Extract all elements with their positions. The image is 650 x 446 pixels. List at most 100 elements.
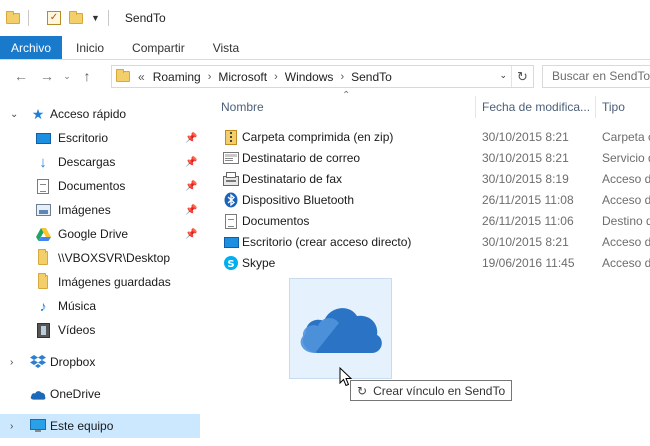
- table-row[interactable]: Documentos 26/11/2015 11:06 Destino d: [221, 211, 650, 232]
- sidebar-item-dropbox[interactable]: › Dropbox: [0, 350, 200, 374]
- file-name: Skype: [242, 256, 276, 270]
- table-row[interactable]: Dispositivo Bluetooth 26/11/2015 11:08 A…: [221, 190, 650, 211]
- table-row[interactable]: Carpeta comprimida (en zip) 30/10/2015 8…: [221, 127, 650, 148]
- breadcrumb-microsoft[interactable]: Microsoft: [218, 70, 267, 84]
- file-date: 26/11/2015 11:06: [482, 214, 574, 228]
- sidebar-item-label: Descargas: [58, 155, 116, 169]
- file-type: Destino d: [602, 214, 650, 228]
- dropbox-icon: [30, 354, 46, 370]
- chevron-right-icon[interactable]: ›: [274, 71, 278, 83]
- sidebar-item-label: Este equipo: [50, 419, 114, 433]
- customize-toolbar-icon[interactable]: ▼: [91, 13, 100, 23]
- mail-recipient-icon: [223, 150, 239, 166]
- desktop-icon: [223, 234, 239, 250]
- breadcrumb-sendto[interactable]: SendTo: [351, 70, 392, 84]
- column-divider[interactable]: [475, 96, 476, 118]
- breadcrumb-overflow[interactable]: «: [138, 70, 145, 84]
- file-type: Servicio d: [602, 151, 650, 165]
- zip-folder-icon: [223, 129, 239, 145]
- chevron-right-icon[interactable]: ›: [10, 357, 13, 368]
- pin-icon[interactable]: 📌: [185, 157, 197, 168]
- bluetooth-icon: [223, 192, 239, 208]
- file-type: Acceso d: [602, 235, 650, 249]
- sidebar-item-imagenes-guardadas[interactable]: Imágenes guardadas: [0, 270, 200, 294]
- tab-vista[interactable]: Vista: [199, 36, 253, 59]
- drag-tooltip-text: Crear vínculo en SendTo: [373, 383, 506, 398]
- file-name: Dispositivo Bluetooth: [242, 193, 355, 207]
- file-name: Destinatario de fax: [242, 172, 343, 186]
- search-input[interactable]: Buscar en SendTo: [542, 65, 650, 88]
- pin-icon[interactable]: 📌: [185, 133, 197, 144]
- chevron-down-icon[interactable]: ⌄: [10, 109, 18, 120]
- tab-compartir[interactable]: Compartir: [118, 36, 199, 59]
- documents-icon: [223, 213, 239, 229]
- file-date: 19/06/2016 11:45: [482, 256, 575, 270]
- breadcrumb-roaming[interactable]: Roaming: [153, 70, 201, 84]
- chevron-right-icon[interactable]: ›: [10, 421, 13, 432]
- documents-icon: [35, 178, 51, 194]
- column-header-type[interactable]: Tipo: [602, 96, 625, 118]
- recent-locations-chevron-icon[interactable]: ⌄: [60, 71, 74, 82]
- sidebar-item-descargas[interactable]: ↓ Descargas 📌: [0, 150, 200, 174]
- file-date: 30/10/2015 8:19: [482, 172, 569, 186]
- sidebar-item-google-drive[interactable]: Google Drive 📌: [0, 222, 200, 246]
- table-row[interactable]: Destinatario de correo 30/10/2015 8:21 S…: [221, 148, 650, 169]
- sidebar-item-este-equipo[interactable]: › Este equipo: [0, 414, 200, 438]
- file-name: Escritorio (crear acceso directo): [242, 235, 412, 249]
- file-date: 30/10/2015 8:21: [482, 235, 569, 249]
- sidebar-item-videos[interactable]: Vídeos: [0, 318, 200, 342]
- sidebar-item-label: Google Drive: [58, 227, 129, 241]
- file-type: Acceso d: [602, 193, 650, 207]
- sidebar-item-imagenes[interactable]: Imágenes 📌: [0, 198, 200, 222]
- file-name: Carpeta comprimida (en zip): [242, 130, 394, 144]
- address-history-chevron-icon[interactable]: ⌄: [499, 70, 507, 81]
- folder-icon: [35, 249, 51, 266]
- tab-archivo[interactable]: Archivo: [0, 36, 63, 59]
- column-header-name[interactable]: Nombre: [221, 96, 264, 118]
- sidebar-item-musica[interactable]: ♪ Música: [0, 294, 200, 318]
- table-row[interactable]: S Skype 19/06/2016 11:45 Acceso d: [221, 253, 650, 274]
- sidebar-item-label: Acceso rápido: [50, 107, 127, 121]
- sidebar-item-escritorio[interactable]: Escritorio 📌: [0, 126, 200, 150]
- table-row[interactable]: Destinatario de fax 30/10/2015 8:19 Acce…: [221, 169, 650, 190]
- refresh-icon[interactable]: ↻: [511, 66, 533, 87]
- pin-icon[interactable]: 📌: [185, 181, 197, 192]
- sidebar-item-label: Dropbox: [50, 355, 96, 369]
- address-bar[interactable]: « Roaming › Microsoft › Windows › SendTo…: [111, 65, 534, 88]
- onedrive-cloud-icon: [297, 299, 385, 358]
- table-row[interactable]: Escritorio (crear acceso directo) 30/10/…: [221, 232, 650, 253]
- file-type: Acceso d: [602, 256, 650, 270]
- pictures-icon: [35, 202, 51, 218]
- new-folder-icon[interactable]: [69, 10, 83, 24]
- file-type: Carpeta c: [602, 130, 650, 144]
- videos-icon: [35, 322, 51, 338]
- sidebar-item-label: \\VBOXSVR\Desktop: [58, 251, 171, 265]
- forward-arrow-icon[interactable]: →: [34, 68, 60, 84]
- back-arrow-icon[interactable]: ←: [8, 68, 34, 84]
- chevron-right-icon[interactable]: ›: [340, 71, 344, 83]
- breadcrumb-windows[interactable]: Windows: [285, 70, 334, 84]
- drag-tooltip: ↻ Crear vínculo en SendTo: [350, 380, 513, 401]
- pin-icon[interactable]: 📌: [185, 229, 197, 240]
- properties-icon[interactable]: ✓: [47, 11, 61, 25]
- up-arrow-icon[interactable]: ↑: [74, 68, 100, 84]
- sidebar-item-label: Escritorio: [58, 131, 109, 145]
- file-name: Destinatario de correo: [242, 151, 361, 165]
- column-divider[interactable]: [595, 96, 596, 118]
- download-icon: ↓: [39, 153, 47, 171]
- svg-text:S: S: [227, 259, 234, 270]
- desktop-icon: [35, 130, 51, 146]
- chevron-right-icon[interactable]: ›: [208, 71, 212, 83]
- sidebar-item-documentos[interactable]: Documentos 📌: [0, 174, 200, 198]
- tab-inicio[interactable]: Inicio: [62, 36, 118, 59]
- file-date: 30/10/2015 8:21: [482, 151, 569, 165]
- onedrive-icon: [30, 386, 46, 402]
- sidebar-item-label: Documentos: [58, 179, 126, 193]
- sidebar-item-onedrive[interactable]: OneDrive: [0, 382, 200, 406]
- column-header-date[interactable]: Fecha de modifica...: [482, 96, 590, 118]
- pin-icon[interactable]: 📌: [185, 205, 197, 216]
- sidebar-item-acceso-rapido[interactable]: ⌄ ★ Acceso rápido: [0, 102, 200, 126]
- sidebar-item-vboxsvr-desktop[interactable]: \\VBOXSVR\Desktop: [0, 246, 200, 270]
- folder-icon: [6, 10, 20, 24]
- ribbon-tabs: Archivo Inicio Compartir Vista: [0, 36, 650, 60]
